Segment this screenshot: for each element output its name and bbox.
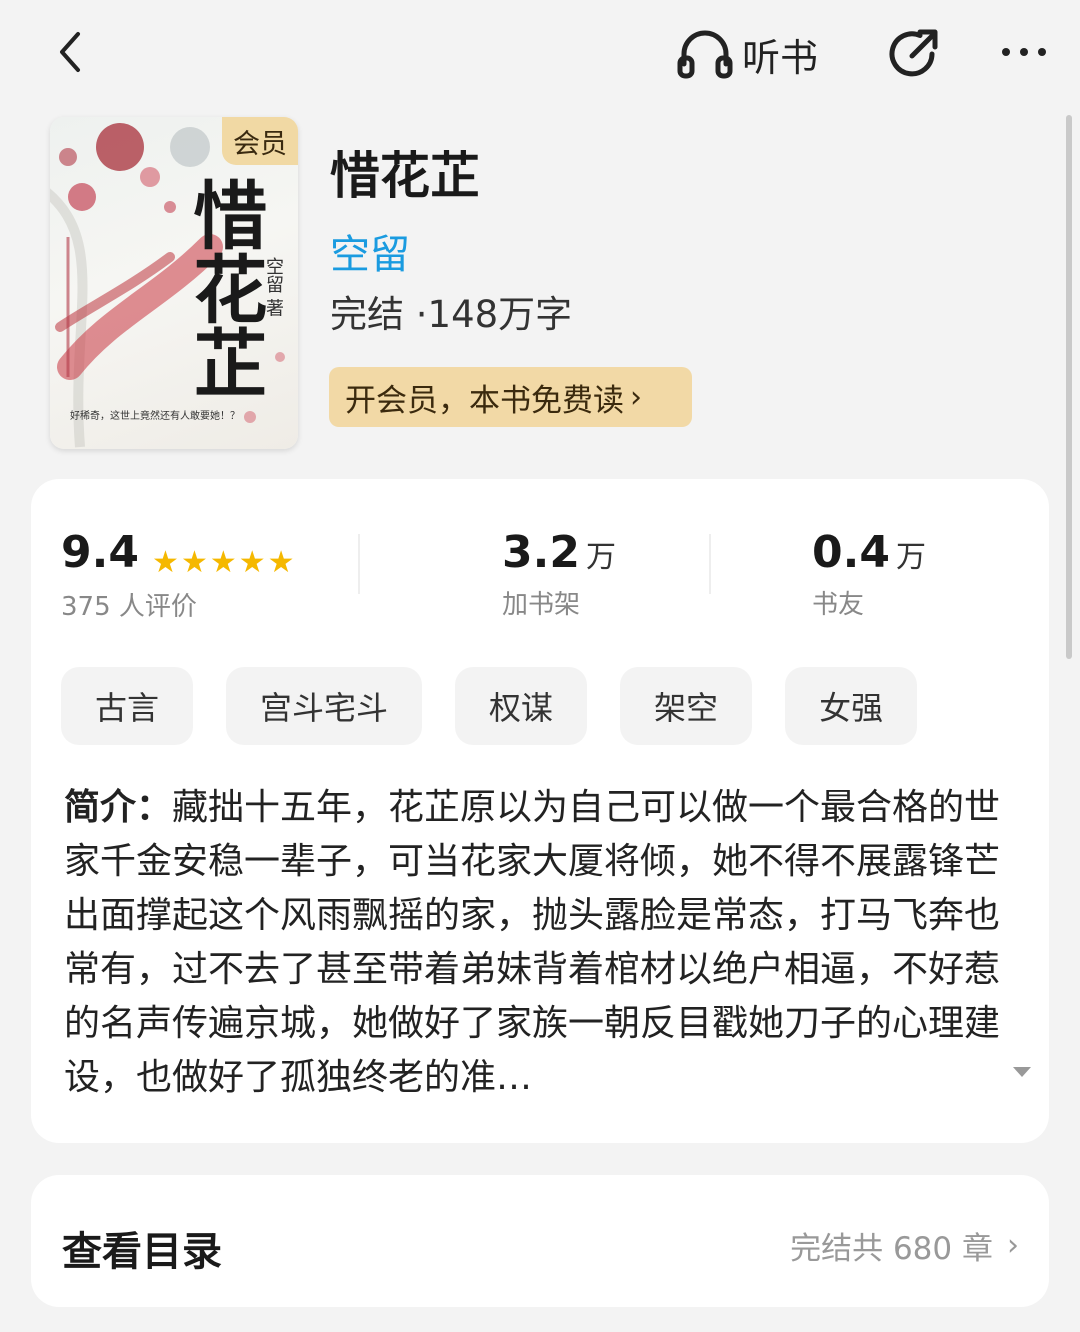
table-of-contents-card[interactable]: 查看目录 完结共 680 章 ›: [31, 1175, 1049, 1307]
shelf-label: 加书架: [502, 590, 581, 620]
listen-button[interactable]: 听书: [676, 24, 818, 84]
share-icon[interactable]: [884, 24, 944, 84]
chevron-right-icon: ›: [1007, 1228, 1019, 1263]
tag-list: 古言 宫斗宅斗 权谋 架空 女强: [61, 667, 950, 745]
book-details-card: 9.4 ★★★★★ 375 人评价 3.2 万 加书架 0.4 万 书友 古言 宫斗…: [31, 479, 1049, 1143]
chevron-right-icon: ›: [630, 379, 642, 415]
scrollbar[interactable]: [1066, 115, 1072, 659]
back-icon[interactable]: [50, 28, 94, 76]
friends-unit: 万: [895, 540, 926, 575]
intro-label: 简介：: [64, 787, 173, 828]
rating-value: 9.4: [61, 527, 139, 578]
star-icon: ★: [267, 545, 295, 580]
toc-title: 查看目录: [62, 1229, 222, 1275]
shelf-value: 3.2: [502, 527, 580, 578]
book-title: 惜花芷: [330, 147, 480, 205]
friends-stat[interactable]: 0.4 万 书友: [812, 527, 926, 621]
stat-divider: [709, 534, 711, 594]
book-author[interactable]: 空留: [330, 222, 410, 280]
star-icon: ★: [152, 545, 179, 580]
book-intro[interactable]: 简介：藏拙十五年，花芷原以为自己可以做一个最合格的世家千金安稳一辈子，可当花家大…: [64, 781, 1016, 1105]
tag-chip[interactable]: 权谋: [455, 667, 588, 745]
vip-badge: 会员: [222, 117, 298, 165]
toc-meta: 完结共 680 章 ›: [790, 1223, 1019, 1268]
stat-divider: [358, 534, 360, 594]
book-status: 完结 ·148万字: [330, 293, 573, 336]
rating-stars: ★★★★★: [152, 545, 297, 580]
more-icon[interactable]: [998, 30, 1050, 74]
tag-chip[interactable]: 架空: [620, 667, 753, 745]
tag-chip[interactable]: 女强: [785, 667, 918, 745]
vip-free-read-button[interactable]: 开会员，本书免费读 ›: [329, 367, 692, 427]
chapter-count: 完结共 680 章: [790, 1231, 993, 1267]
cover-blurb: 好稀奇，这世上竟然还有人敢要她！？: [70, 411, 240, 422]
star-icon: ★: [180, 545, 208, 580]
book-cover[interactable]: 会员 惜花芷 空留 著 好稀奇，这世上竟然还有人敢要她！？: [50, 117, 298, 449]
expand-caret-icon[interactable]: [1011, 1064, 1033, 1080]
star-icon: ★: [209, 545, 237, 580]
rating-label: 375 人评价: [61, 592, 197, 622]
intro-text: 藏拙十五年，花芷原以为自己可以做一个最合格的世家千金安稳一辈子，可当花家大厦将倾…: [64, 787, 1001, 1098]
top-bar: 听书: [0, 0, 1080, 105]
headphones-icon: [677, 30, 733, 79]
shelf-unit: 万: [585, 540, 616, 575]
shelf-stat[interactable]: 3.2 万 加书架: [502, 527, 616, 621]
star-icon: ★: [238, 545, 266, 580]
tag-chip[interactable]: 古言: [61, 667, 194, 745]
friends-value: 0.4: [812, 527, 890, 578]
cover-author: 空留 著: [263, 257, 284, 317]
vip-button-label: 开会员，本书免费读: [345, 382, 624, 419]
rating-stat[interactable]: 9.4 ★★★★★ 375 人评价: [61, 527, 297, 623]
listen-label: 听书: [742, 35, 819, 80]
friends-label: 书友: [812, 590, 865, 620]
tag-chip[interactable]: 宫斗宅斗: [226, 667, 423, 745]
